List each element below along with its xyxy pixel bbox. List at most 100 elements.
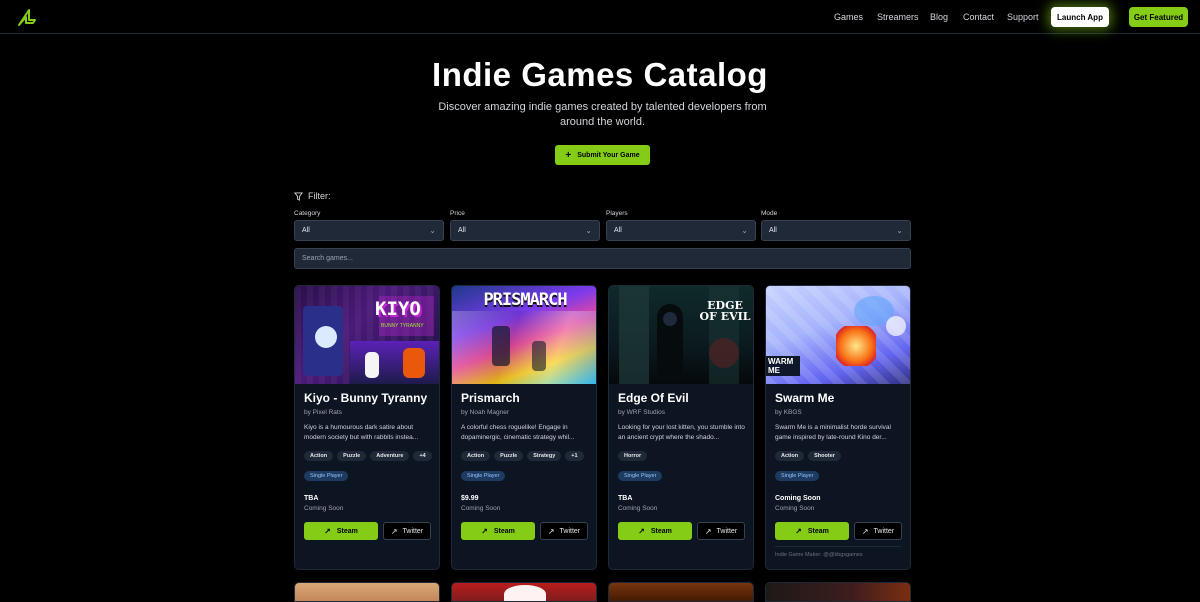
nav-link-blog[interactable]: Blog	[930, 12, 948, 22]
external-link-icon: ↗	[390, 526, 398, 536]
mode-select[interactable]: All ⌄	[761, 220, 911, 241]
tag-list: Action Puzzle Adventure +4	[304, 451, 432, 461]
game-cover: KIYO BUNNY TYRANNY	[295, 286, 439, 384]
indie-maker-credit: Indie Game Maker: @@kbgsgames	[775, 546, 901, 558]
plus-icon: +	[565, 149, 572, 161]
nav-link-support[interactable]: Support	[1007, 12, 1039, 22]
steam-label: Steam	[336, 527, 358, 535]
release-status: Coming Soon	[775, 505, 815, 512]
game-card[interactable]: EDGE OF EVIL Edge Of Evil by WRF Studios…	[608, 285, 754, 570]
page-title: Indie Games Catalog	[432, 56, 768, 93]
nav-link-streamers[interactable]: Streamers	[877, 12, 919, 22]
external-link-icon: ↗	[861, 526, 869, 536]
game-description: Looking for your lost kitten, you stumbl…	[618, 424, 745, 441]
page-subtitle: Discover amazing indie games created by …	[438, 101, 767, 128]
filter-icon	[294, 191, 303, 201]
tag: Puzzle	[337, 451, 367, 461]
players-value: All	[614, 227, 622, 234]
launch-app-button[interactable]: Launch App	[1051, 7, 1109, 27]
game-title[interactable]: Prismarch	[461, 391, 520, 405]
mode-badge: Single Player	[461, 471, 506, 481]
top-nav: Games Streamers Blog Contact Support Lau…	[0, 0, 1200, 34]
price-value: All	[458, 227, 466, 234]
game-cover: WARM ME	[766, 286, 910, 384]
tag-more: +1	[565, 451, 584, 461]
game-price: Coming Soon	[775, 495, 821, 502]
tag: Action	[461, 451, 491, 461]
game-card[interactable]: KIYO BUNNY TYRANNY Kiyo - Bunny Tyranny …	[294, 285, 440, 570]
game-developer: by Pixel Rats	[304, 409, 342, 416]
game-cover: EDGE OF EVIL	[609, 286, 753, 384]
twitter-label: Twitter	[716, 527, 738, 535]
tag: Action	[304, 451, 334, 461]
steam-label: Steam	[493, 527, 515, 535]
external-link-icon: ↗	[704, 526, 712, 536]
filter-label: Filter:	[308, 191, 331, 201]
external-link-icon: ↗	[638, 526, 645, 536]
players-select[interactable]: All ⌄	[606, 220, 756, 241]
tag: Horror	[618, 451, 648, 461]
category-select[interactable]: All ⌄	[294, 220, 444, 241]
submit-game-label: Submit Your Game	[577, 151, 640, 159]
game-card-partial[interactable]	[765, 582, 911, 602]
game-developer: by Noah Magner	[461, 409, 510, 416]
submit-game-button[interactable]: + Submit Your Game	[555, 145, 650, 165]
cover-text: EDGE OF EVIL	[699, 299, 751, 323]
twitter-button[interactable]: ↗ Twitter	[540, 522, 588, 540]
twitter-button[interactable]: ↗ Twitter	[383, 522, 431, 540]
release-status: Coming Soon	[618, 505, 658, 512]
tag: Action	[775, 451, 805, 461]
game-price: TBA	[618, 495, 633, 502]
steam-button[interactable]: ↗ Steam	[775, 522, 849, 540]
twitter-button[interactable]: ↗ Twitter	[854, 522, 902, 540]
game-description: Kiyo is a humourous dark satire about mo…	[304, 424, 419, 441]
category-value: All	[302, 227, 310, 234]
external-link-icon: ↗	[481, 526, 488, 536]
logo-icon[interactable]	[17, 8, 37, 26]
steam-button[interactable]: ↗ Steam	[304, 522, 378, 540]
game-title[interactable]: Swarm Me	[775, 391, 834, 405]
game-card-partial[interactable]	[294, 582, 440, 602]
chevron-down-icon: ⌄	[429, 226, 436, 235]
steam-button[interactable]: ↗ Steam	[461, 522, 535, 540]
game-price: TBA	[304, 495, 319, 502]
tag: Strategy	[527, 451, 562, 461]
tag-more: +4	[413, 451, 432, 461]
game-price: $9.99	[461, 495, 479, 502]
steam-button[interactable]: ↗ Steam	[618, 522, 692, 540]
category-label: Category	[294, 210, 321, 217]
game-cover: PRISMARCH	[452, 286, 596, 384]
chevron-down-icon: ⌄	[585, 226, 592, 235]
external-link-icon: ↗	[547, 526, 555, 536]
game-description: A colorful chess roguelike! Engage in do…	[461, 424, 575, 441]
filter-heading: Filter:	[294, 191, 331, 201]
chevron-down-icon: ⌄	[896, 226, 903, 235]
tag: Shooter	[808, 451, 841, 461]
cover-subtext: BUNNY TYRANNY	[381, 323, 424, 329]
game-card-partial[interactable]	[451, 582, 597, 602]
game-card[interactable]: PRISMARCH Prismarch by Noah Magner A col…	[451, 285, 597, 570]
game-card-partial[interactable]	[608, 582, 754, 602]
steam-label: Steam	[807, 527, 829, 535]
price-select[interactable]: All ⌄	[450, 220, 600, 241]
get-featured-button[interactable]: Get Featured	[1129, 7, 1188, 27]
game-card[interactable]: WARM ME Swarm Me by KBGS Swarm Me is a m…	[765, 285, 911, 570]
tag: Adventure	[370, 451, 410, 461]
release-status: Coming Soon	[461, 505, 501, 512]
nav-link-games[interactable]: Games	[834, 12, 863, 22]
search-input[interactable]: Search games...	[294, 248, 911, 269]
nav-link-contact[interactable]: Contact	[963, 12, 994, 22]
game-title[interactable]: Edge Of Evil	[618, 391, 689, 405]
game-title[interactable]: Kiyo - Bunny Tyranny	[304, 391, 427, 405]
release-status: Coming Soon	[304, 505, 344, 512]
twitter-label: Twitter	[873, 527, 895, 535]
game-description: Swarm Me is a minimalist horde survival …	[775, 424, 891, 441]
steam-label: Steam	[650, 527, 672, 535]
game-developer: by WRF Studios	[618, 409, 665, 416]
mode-badge: Single Player	[618, 471, 663, 481]
mode-badge: Single Player	[775, 471, 820, 481]
game-developer: by KBGS	[775, 409, 802, 416]
players-label: Players	[606, 210, 628, 217]
price-label: Price	[450, 210, 465, 217]
twitter-button[interactable]: ↗ Twitter	[697, 522, 745, 540]
